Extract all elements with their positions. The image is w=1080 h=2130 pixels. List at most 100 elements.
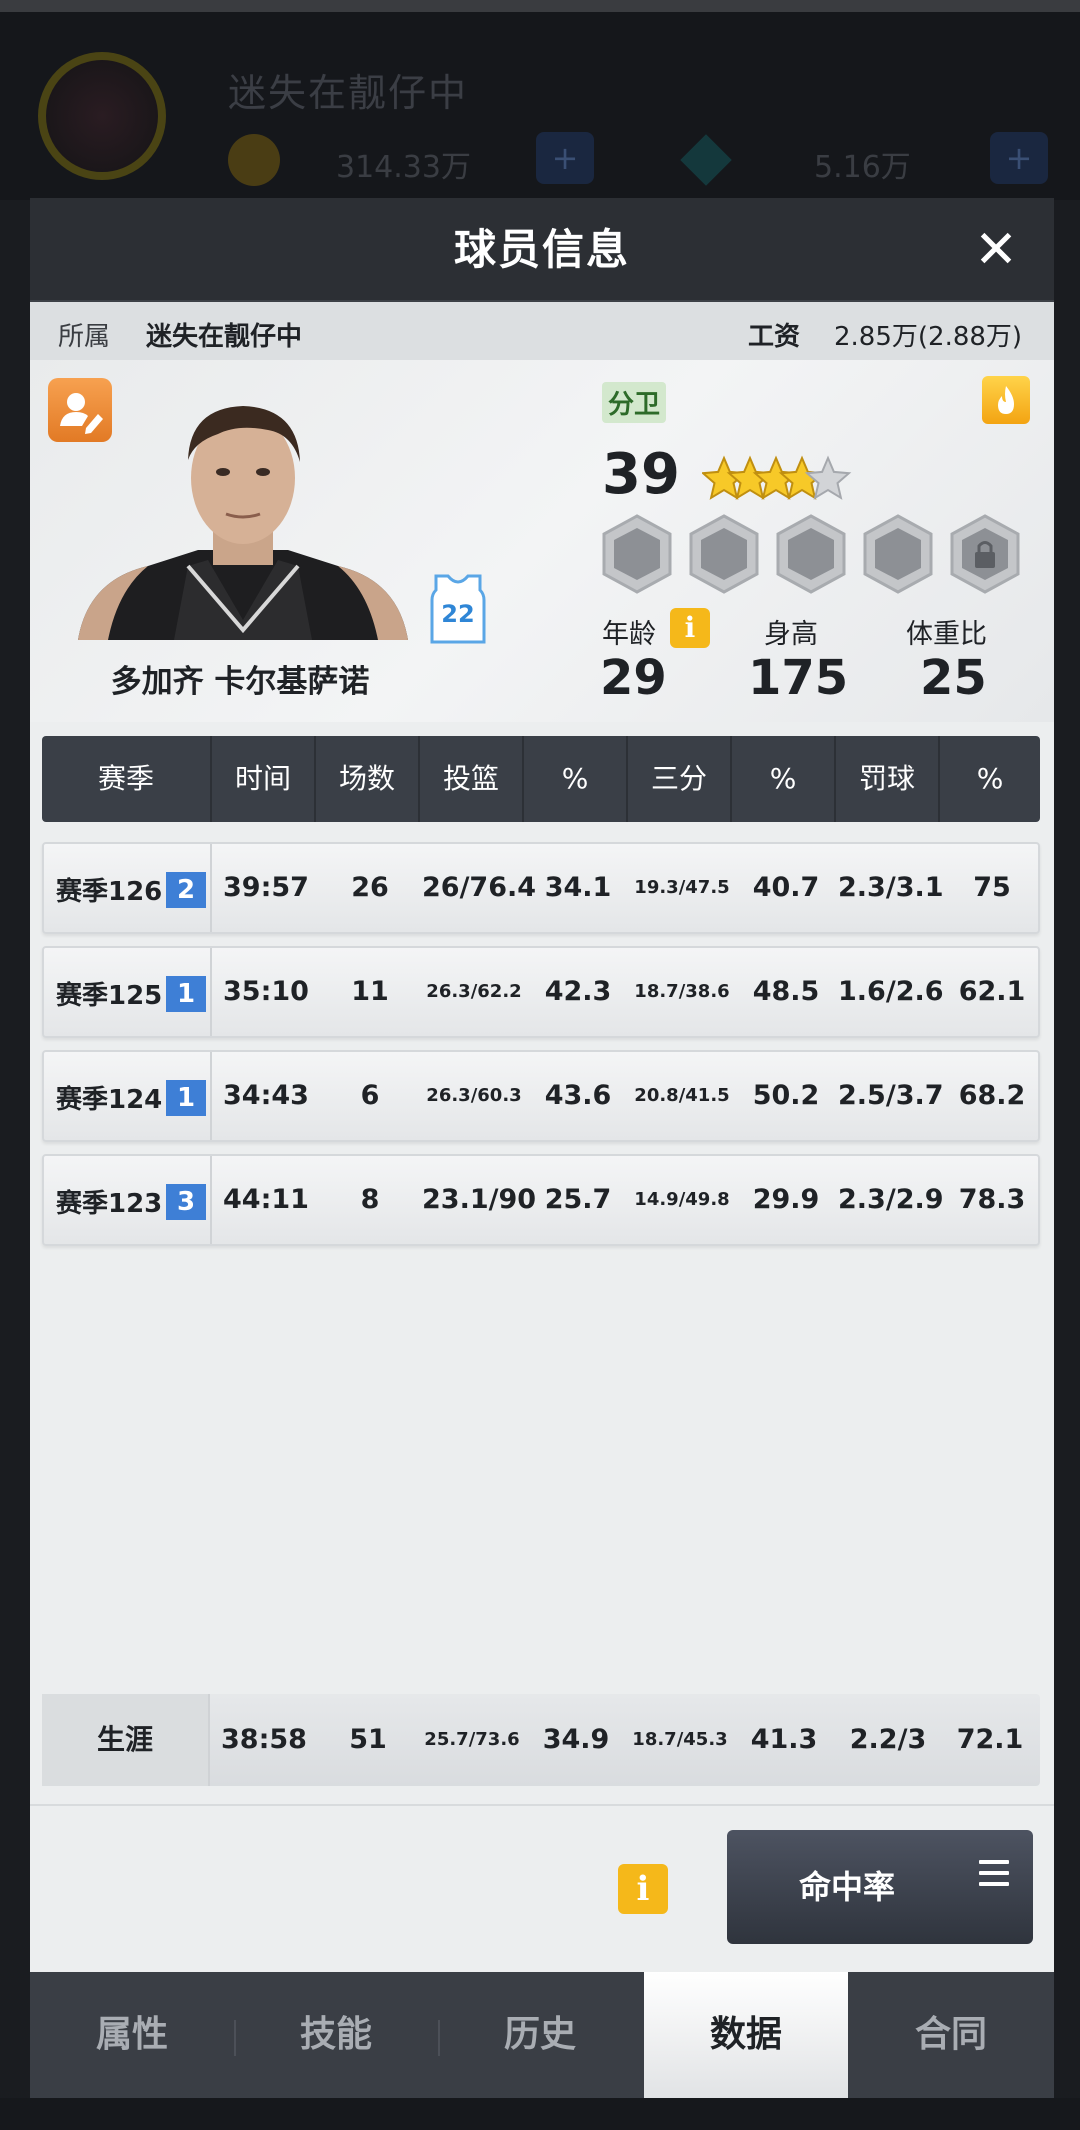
accuracy-label: 命中率: [798, 1868, 895, 1906]
team-badge: [38, 52, 166, 180]
season-tag: 1: [166, 1080, 206, 1116]
fire-button[interactable]: [982, 376, 1030, 424]
ft-cell: 1.6/2.6: [838, 976, 944, 1007]
accuracy-button[interactable]: 命中率: [727, 1830, 1033, 1944]
season-label: 赛季125: [56, 981, 163, 1011]
header-games: 场数: [316, 736, 420, 822]
player-info-modal: 球员信息 ✕ 所属 迷失在靓仔中 工资 2.85万(2.88万) 22 多加齐 …: [30, 198, 1054, 2098]
fg-cell: 23.1/90: [422, 1184, 537, 1215]
fg-pct-cell: 42.3: [544, 976, 612, 1007]
table-row: 赛季124 1 34:43 6 26.3/60.3 43.6 20.8/41.5…: [42, 1050, 1040, 1142]
table-row: 赛季125 1 35:10 11 26.3/62.2 42.3 18.7/38.…: [42, 946, 1040, 1038]
season-label: 赛季124: [56, 1085, 163, 1115]
time-cell: 44:11: [223, 1184, 309, 1215]
skill-slot: [689, 514, 759, 594]
three-pct-cell: 41.3: [750, 1724, 818, 1755]
background-footer: [0, 2098, 1080, 2130]
time-cell: 34:43: [223, 1080, 309, 1111]
age-value: 29: [600, 650, 667, 706]
tab-contract[interactable]: 合同: [848, 1972, 1054, 2098]
header-time: 时间: [212, 736, 316, 822]
three-cell: 18.7/45.3: [632, 1729, 728, 1750]
skill-slots: [602, 514, 1020, 594]
three-cell: 19.3/47.5: [634, 877, 730, 898]
add-coins-button: +: [536, 132, 594, 184]
three-pct-cell: 40.7: [752, 872, 820, 903]
season-label: 赛季123: [56, 1189, 163, 1219]
team-value: 迷失在靓仔中: [146, 322, 303, 352]
player-profile: 22 多加齐 卡尔基萨诺 分卫 39 年龄 i 29 身高 175 体重比 25: [30, 360, 1054, 722]
header-ft-pct: %: [976, 762, 1004, 795]
header-three-pct: %: [732, 736, 836, 822]
tab-skills[interactable]: 技能: [234, 1972, 438, 2098]
games-cell: 6: [360, 1080, 380, 1111]
ft-cell: 2.2/3: [849, 1724, 927, 1755]
gem-balance: 5.16万: [814, 150, 911, 185]
career-row: 生涯 38:58 51 25.7/73.6 34.9 18.7/45.3 41.…: [42, 1694, 1040, 1786]
height-label: 身高: [764, 619, 818, 650]
tab-data[interactable]: 数据: [644, 1972, 848, 2098]
ft-cell: 2.5/3.7: [838, 1080, 944, 1111]
stats-table-header: 赛季 时间 场数 投篮 % 三分 % 罚球 %: [42, 736, 1040, 822]
height-value: 175: [748, 650, 849, 706]
header-ft: 罚球: [836, 736, 940, 822]
fg-pct-cell: 43.6: [544, 1080, 612, 1111]
ft-cell: 2.3/2.9: [838, 1184, 944, 1215]
ft-pct-cell: 62.1: [958, 976, 1026, 1007]
three-cell: 20.8/41.5: [634, 1085, 730, 1106]
three-pct-cell: 48.5: [752, 976, 820, 1007]
bottom-tab-bar: 属性 技能 历史 数据 合同: [30, 1972, 1054, 2098]
header-three: 三分: [628, 736, 732, 822]
time-cell: 35:10: [223, 976, 309, 1007]
tab-attributes[interactable]: 属性: [30, 1972, 234, 2098]
ft-pct-cell: 68.2: [958, 1080, 1026, 1111]
three-cell: 14.9/49.8: [634, 1189, 730, 1210]
season-tag: 2: [166, 872, 206, 908]
ft-pct-cell: 78.3: [958, 1184, 1026, 1215]
age-label: 年龄: [602, 619, 656, 650]
header-season: 赛季: [42, 736, 212, 822]
header-fg: 投篮: [420, 736, 524, 822]
header-fg-pct: %: [524, 736, 628, 822]
table-row: 赛季126 2 39:57 26 26/76.4 34.1 19.3/47.5 …: [42, 842, 1040, 934]
background-team-name: 迷失在靓仔中: [228, 71, 469, 115]
three-pct-cell: 29.9: [752, 1184, 820, 1215]
games-cell: 11: [351, 976, 389, 1007]
skill-slot: [776, 514, 846, 594]
fg-pct-cell: 34.9: [542, 1724, 610, 1755]
modal-title: 球员信息: [453, 225, 630, 274]
coin-balance: 314.33万: [336, 150, 471, 185]
menu-icon: [979, 1860, 1009, 1890]
close-button[interactable]: ✕: [966, 220, 1026, 280]
three-pct-cell: 50.2: [752, 1080, 820, 1111]
stats-info-icon[interactable]: i: [618, 1864, 668, 1914]
team-label: 所属: [58, 322, 111, 352]
tab-history[interactable]: 历史: [438, 1972, 642, 2098]
fg-pct-cell: 34.1: [544, 872, 612, 903]
fg-cell: 26/76.4: [422, 872, 537, 903]
weight-label: 体重比: [906, 619, 987, 650]
season-tag: 1: [166, 976, 206, 1012]
status-bar: [0, 0, 1080, 12]
fg-pct-cell: 25.7: [544, 1184, 612, 1215]
season-cell: 赛季123 3: [44, 1156, 212, 1244]
age-info-icon[interactable]: i: [670, 608, 710, 648]
skill-slot: [602, 514, 672, 594]
career-label: 生涯: [42, 1694, 210, 1786]
ft-cell: 2.3/3.1: [838, 872, 944, 903]
player-name: 多加齐 卡尔基萨诺: [110, 664, 370, 700]
season-cell: 赛季125 1: [44, 948, 212, 1036]
weight-value: 25: [920, 650, 987, 706]
ft-pct-cell: 72.1: [956, 1724, 1024, 1755]
table-row: 赛季123 3 44:11 8 23.1/90 25.7 14.9/49.8 2…: [42, 1154, 1040, 1246]
games-cell: 51: [349, 1724, 387, 1755]
background-header: 迷失在靓仔中 314.33万 + 5.16万 +: [0, 0, 1080, 200]
ft-pct-cell: 75: [973, 872, 1011, 903]
salary-label: 工资: [748, 322, 801, 352]
player-rating: 39: [602, 442, 680, 507]
fire-icon: [998, 386, 1014, 414]
time-cell: 38:58: [221, 1724, 307, 1755]
season-cell: 赛季126 2: [44, 844, 212, 932]
season-cell: 赛季124 1: [44, 1052, 212, 1140]
fg-cell: 26.3/60.3: [426, 1085, 522, 1106]
